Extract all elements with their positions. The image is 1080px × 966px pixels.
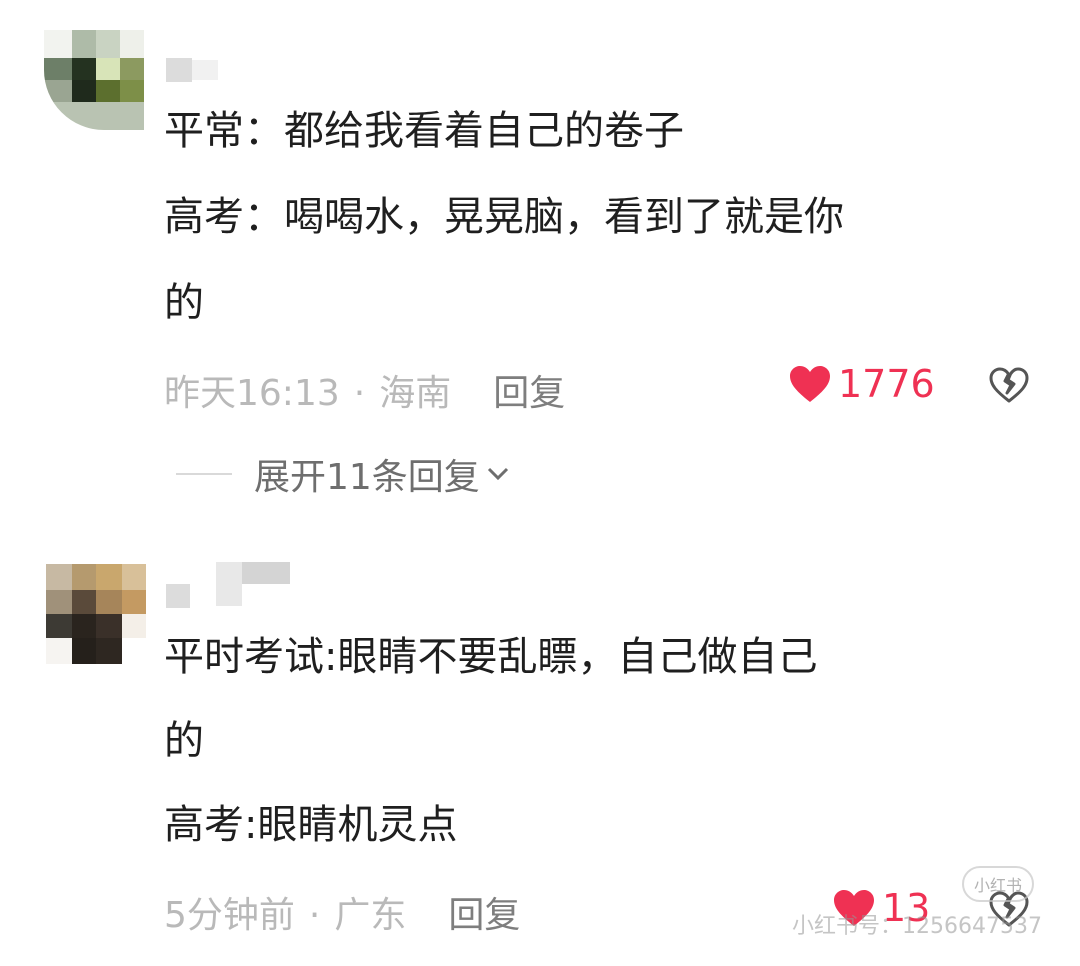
username-redacted[interactable] [166, 562, 296, 608]
comment-item: 平时考试:眼睛不要乱瞟，自己做自己 的 高考:眼睛机灵点 5分钟前 · 广东 回复 1… [0, 540, 1080, 966]
comment-text: 平时考试:眼睛不要乱瞟，自己做自己 的 高考:眼睛机灵点 [164, 636, 817, 846]
comment-line: 高考：喝喝水，晃晃脑，看到了就是你 [164, 194, 844, 240]
divider [176, 473, 232, 475]
comment-line: 平时考试:眼睛不要乱瞟，自己做自己 [164, 634, 818, 680]
comment-text: 平常：都给我看着自己的卷子 高考：喝喝水，晃晃脑，看到了就是你 的 [164, 110, 844, 324]
reply-button[interactable]: 回复 [493, 373, 565, 414]
expand-label: 展开11条回复 [254, 457, 480, 498]
comment-line: 的 [164, 280, 204, 326]
separator-dot: · [353, 373, 366, 414]
like-button[interactable]: 1776 [788, 362, 935, 406]
comment-meta: 昨天16:13 · 海南 回复 [164, 364, 565, 416]
expand-replies-button[interactable]: 展开11条回复 [176, 448, 510, 500]
reply-button[interactable]: 回复 [448, 895, 520, 936]
username-redacted[interactable] [166, 58, 226, 86]
separator-dot: · [308, 895, 321, 936]
comment-line: 平常：都给我看着自己的卷子 [164, 108, 684, 154]
timestamp: 昨天16:13 [164, 373, 340, 414]
comment-line: 高考:眼睛机灵点 [164, 802, 458, 848]
avatar[interactable] [46, 564, 146, 664]
watermark-text: 小红书号：1256647537 [792, 914, 1042, 939]
broken-heart-icon[interactable] [988, 366, 1030, 408]
comment-line: 的 [164, 718, 204, 764]
watermark-logo: 小红书 [962, 866, 1035, 902]
avatar[interactable] [44, 30, 144, 130]
heart-icon [790, 366, 830, 402]
comment-item: 平常：都给我看着自己的卷子 高考：喝喝水，晃晃脑，看到了就是你 的 昨天16:1… [0, 0, 1080, 520]
location: 海南 [379, 373, 452, 414]
timestamp: 5分钟前 [164, 895, 295, 936]
like-count: 1776 [838, 362, 935, 406]
location: 广东 [334, 895, 407, 936]
chevron-down-icon [487, 467, 508, 481]
comment-meta: 5分钟前 · 广东 回复 [164, 886, 520, 938]
